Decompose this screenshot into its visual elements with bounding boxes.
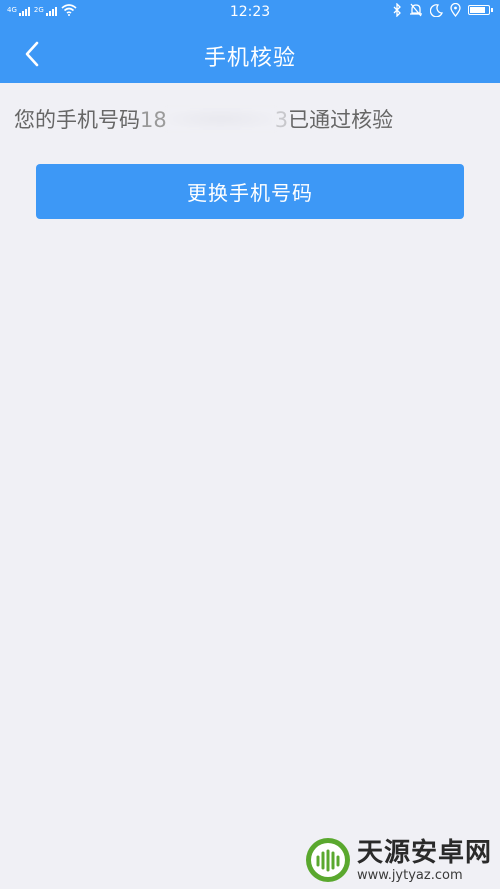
verification-suffix: 已通过核验 xyxy=(288,108,394,132)
status-right xyxy=(393,3,493,17)
verification-prefix: 您的手机号码 xyxy=(14,108,140,132)
moon-icon xyxy=(430,3,443,17)
battery-icon xyxy=(468,5,493,15)
watermark-name: 天源安卓网 xyxy=(356,837,492,868)
mute-icon xyxy=(410,3,422,17)
location-icon xyxy=(450,3,461,17)
bluetooth-icon xyxy=(393,3,401,17)
phone-number-masked xyxy=(166,108,275,130)
status-bar: 4G 2G 12:23 xyxy=(0,0,500,26)
nav-bar: 手机核验 xyxy=(0,26,500,83)
watermark-text: 天源安卓网 www.jytyaz.com xyxy=(357,838,492,883)
page-title: 手机核验 xyxy=(203,46,296,71)
battery-fill xyxy=(470,7,485,13)
watermark: 天源安卓网 www.jytyaz.com xyxy=(305,837,492,883)
verification-message: 您的手机号码18 3已通过核验 xyxy=(14,104,393,134)
change-phone-button[interactable]: 更换手机号码 xyxy=(36,164,464,219)
phone-number-end: 3 xyxy=(274,108,289,132)
watermark-logo-icon xyxy=(305,838,350,882)
phone-number-start: 18 xyxy=(140,108,167,132)
watermark-url: www.jytyaz.com xyxy=(356,867,463,883)
